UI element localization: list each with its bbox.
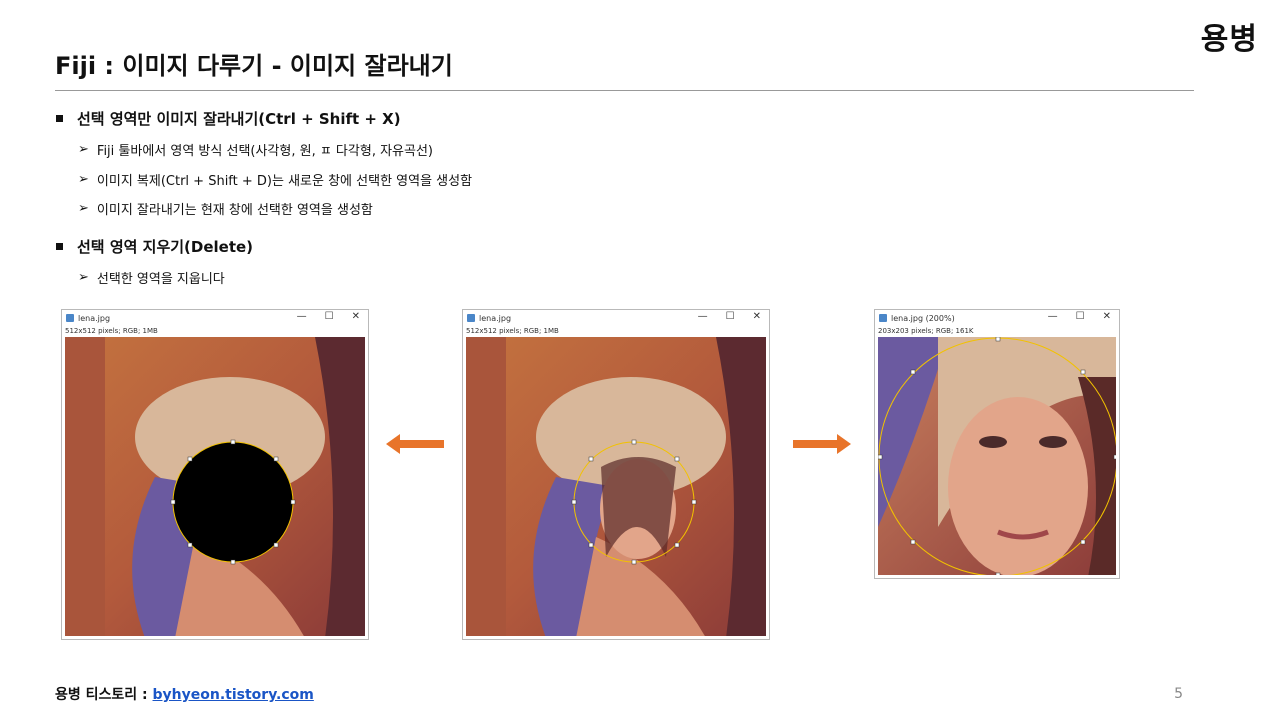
- minimize-button[interactable]: —: [698, 311, 708, 322]
- arrow-bullet-icon: ➢: [78, 270, 89, 285]
- window-titlebar[interactable]: lena.jpg — ☐ ✕: [62, 310, 368, 326]
- arrow-bullet-icon: ➢: [78, 201, 89, 216]
- image-window-selection[interactable]: lena.jpg — ☐ ✕ 512x512 pixels; RGB; 1MB: [462, 309, 770, 640]
- section-heading-delete: 선택 영역 지우기(Delete): [56, 236, 253, 257]
- lena-image-selection: [466, 337, 766, 636]
- window-titlebar[interactable]: lena.jpg — ☐ ✕: [463, 310, 769, 326]
- fiji-app-icon: [879, 314, 887, 322]
- image-canvas[interactable]: [65, 337, 365, 636]
- close-button[interactable]: ✕: [352, 311, 360, 322]
- image-info: 203x203 pixels; RGB; 161K: [878, 327, 974, 335]
- image-info: 512x512 pixels; RGB; 1MB: [466, 327, 559, 335]
- lena-image-deleted: [65, 337, 365, 636]
- close-button[interactable]: ✕: [753, 311, 761, 322]
- window-titlebar[interactable]: lena.jpg (200%) — ☐ ✕: [875, 310, 1119, 326]
- arrow-right-icon: [793, 434, 851, 454]
- window-title: lena.jpg: [78, 313, 111, 323]
- footer: 용병 티스토리 : byhyeon.tistory.com: [55, 684, 314, 704]
- section-heading-text: 선택 영역만 이미지 잘라내기(Ctrl + Shift + X): [77, 110, 401, 128]
- arrow-left-icon: [386, 434, 444, 454]
- list-item-text: 이미지 복제(Ctrl + Shift + D)는 새로운 창에 선택한 영역을…: [96, 174, 473, 189]
- lena-image-crop: [878, 337, 1116, 575]
- section-heading-crop: 선택 영역만 이미지 잘라내기(Ctrl + Shift + X): [56, 108, 401, 129]
- list-item: ➢ 이미지 복제(Ctrl + Shift + D)는 새로운 창에 선택한 영…: [78, 170, 472, 189]
- list-item: ➢ 이미지 잘라내기는 현재 창에 선택한 영역을 생성함: [78, 199, 373, 218]
- list-item: ➢ Fiji 툴바에서 영역 방식 선택(사각형, 원, ㅍ 다각형, 자유곡선…: [78, 140, 433, 159]
- window-title: lena.jpg (200%): [891, 313, 955, 323]
- list-item-text: Fiji 툴바에서 영역 방식 선택(사각형, 원, ㅍ 다각형, 자유곡선): [96, 144, 433, 159]
- slide-title: Fiji : 이미지 다루기 - 이미지 잘라내기: [55, 52, 453, 80]
- minimize-button[interactable]: —: [297, 311, 307, 322]
- fiji-app-icon: [467, 314, 475, 322]
- section-heading-text: 선택 영역 지우기(Delete): [77, 238, 254, 256]
- image-canvas[interactable]: [466, 337, 766, 636]
- list-item-text: 이미지 잘라내기는 현재 창에 선택한 영역을 생성함: [96, 203, 373, 218]
- close-button[interactable]: ✕: [1103, 311, 1111, 322]
- image-canvas[interactable]: [878, 337, 1116, 575]
- image-window-deleted[interactable]: lena.jpg — ☐ ✕ 512x512 pixels; RGB; 1MB: [61, 309, 369, 640]
- brand-logo: 용병: [1200, 22, 1258, 57]
- title-divider: [55, 90, 1194, 91]
- bullet-square-icon: [56, 115, 63, 122]
- arrow-bullet-icon: ➢: [78, 172, 89, 187]
- image-window-duplicate[interactable]: lena.jpg (200%) — ☐ ✕ 203x203 pixels; RG…: [874, 309, 1120, 579]
- minimize-button[interactable]: —: [1048, 311, 1058, 322]
- window-title: lena.jpg: [479, 313, 512, 323]
- blog-link[interactable]: byhyeon.tistory.com: [153, 687, 314, 703]
- bullet-square-icon: [56, 243, 63, 250]
- list-item: ➢ 선택한 영역을 지웁니다: [78, 268, 225, 287]
- arrow-bullet-icon: ➢: [78, 142, 89, 157]
- maximize-button[interactable]: ☐: [1076, 311, 1085, 322]
- maximize-button[interactable]: ☐: [325, 311, 334, 322]
- page-number: 5: [1174, 686, 1183, 702]
- list-item-text: 선택한 영역을 지웁니다: [96, 272, 225, 287]
- image-info: 512x512 pixels; RGB; 1MB: [65, 327, 158, 335]
- footer-label: 용병 티스토리 :: [55, 687, 153, 703]
- maximize-button[interactable]: ☐: [726, 311, 735, 322]
- fiji-app-icon: [66, 314, 74, 322]
